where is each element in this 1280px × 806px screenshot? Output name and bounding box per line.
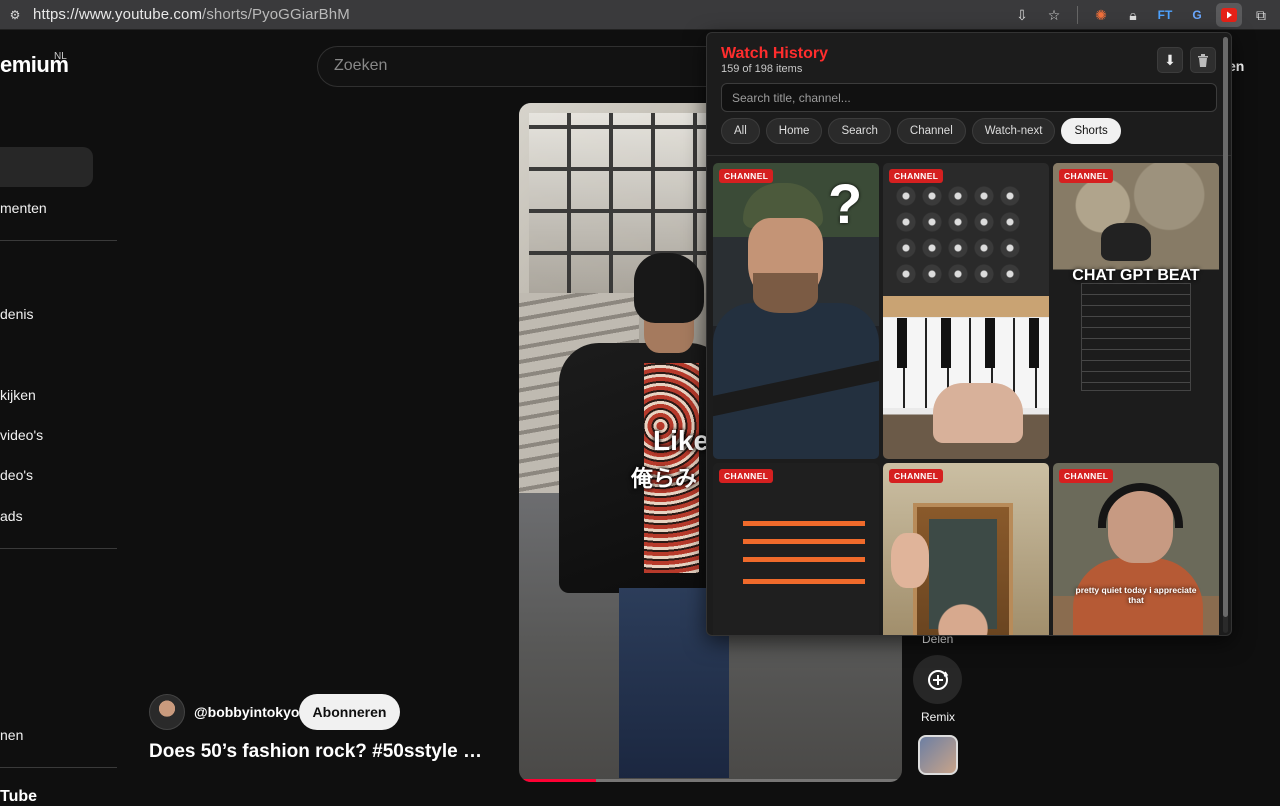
sidebar-divider — [0, 548, 117, 549]
history-card[interactable]: CHAT GPT BEAT CHANNEL — [1053, 163, 1219, 459]
source-badge: CHANNEL — [889, 169, 944, 183]
sidebar-item-more[interactable]: nen — [0, 727, 23, 743]
sound-thumbnail[interactable] — [918, 735, 958, 775]
history-search-input[interactable] — [721, 83, 1217, 112]
search-placeholder: Zoeken — [334, 57, 388, 74]
sidebar-section-heading: Tube — [0, 788, 38, 805]
extension-watch-history-icon[interactable] — [1216, 3, 1242, 27]
source-badge: CHANNEL — [889, 469, 944, 483]
history-grid: ? CHANNEL CHANNEL CHAT GPT BEAT CHANNEL … — [713, 163, 1221, 635]
extensions-puzzle-icon[interactable]: ⧉ — [1248, 3, 1274, 27]
trash-icon — [1198, 53, 1208, 67]
source-badge: CHANNEL — [1059, 169, 1114, 183]
panel-title: Watch History — [721, 45, 828, 62]
install-app-icon[interactable]: ⇩ — [1009, 3, 1035, 27]
filter-chip-home[interactable]: Home — [765, 118, 823, 144]
sidebar-divider — [0, 240, 117, 241]
extension-sun-icon[interactable]: ✺ — [1088, 3, 1114, 27]
channel-handle[interactable]: @bobbyintokyo — [194, 704, 299, 720]
filter-chip-all[interactable]: All — [721, 118, 760, 144]
history-card[interactable]: CHANNEL — [883, 463, 1049, 635]
thumbnail-overlay-text: ? — [828, 172, 863, 235]
video-progress-fill — [519, 779, 596, 782]
filter-chip-search[interactable]: Search — [828, 118, 891, 144]
subscribe-button[interactable]: Abonneren — [299, 694, 400, 730]
sidebar-item-liked-videos[interactable]: deo's — [0, 467, 33, 483]
source-badge: CHANNEL — [719, 469, 774, 483]
video-title[interactable]: Does 50’s fashion rock? #50sstyle … — [149, 741, 482, 763]
history-card[interactable]: pretty quiet today i appreciate that CHA… — [1053, 463, 1219, 635]
bookmark-star-icon[interactable]: ☆ — [1041, 3, 1067, 27]
sidebar-item-subscriptions[interactable]: menten — [0, 200, 47, 216]
remix-label: Remix — [921, 710, 956, 724]
extension-translate-icon[interactable]: FT — [1152, 3, 1178, 27]
toolbar-divider — [1077, 6, 1078, 24]
region-label: NL — [54, 51, 67, 62]
sidebar-item-watch-later[interactable]: kijken — [0, 387, 36, 403]
download-icon: ⬇ — [1164, 51, 1176, 68]
thumbnail-overlay-text: pretty quiet today i appreciate that — [1075, 585, 1197, 605]
extension-lock-icon[interactable]: 🔒︎ — [1120, 3, 1146, 27]
filter-chip-watch-next[interactable]: Watch-next — [971, 118, 1056, 144]
youtube-search-input[interactable]: Zoeken — [317, 46, 737, 87]
filter-chips: All Home Search Channel Watch-next Short… — [721, 118, 1121, 144]
sidebar-item-your-videos[interactable]: video's — [0, 427, 43, 443]
browser-toolbar-icons: ⇩ ☆ ✺ 🔒︎ FT G ⧉ — [1009, 3, 1274, 27]
history-card[interactable]: ? CHANNEL — [713, 163, 879, 459]
history-card[interactable]: CHANNEL — [713, 463, 879, 635]
history-card[interactable]: CHANNEL — [883, 163, 1049, 459]
sidebar-divider — [0, 767, 117, 768]
panel-scrollbar[interactable] — [1223, 37, 1228, 633]
source-badge: CHANNEL — [719, 169, 774, 183]
url-host: https://www.youtube.com — [33, 6, 203, 23]
thumbnail-overlay-text: CHAT GPT BEAT — [1072, 267, 1200, 284]
panel-divider — [707, 155, 1231, 156]
watch-history-panel: Watch History 159 of 198 items ⬇ All Hom… — [706, 32, 1232, 636]
browser-toolbar: ⚙ https://www.youtube.com/shorts/PyoGGia… — [0, 0, 1280, 30]
address-bar[interactable]: https://www.youtube.com/shorts/PyoGGiarB… — [33, 6, 350, 23]
sidebar-item-active[interactable] — [0, 147, 93, 187]
channel-avatar[interactable] — [149, 694, 185, 730]
video-caption-line1: Like — [653, 425, 710, 456]
export-button[interactable]: ⬇ — [1157, 47, 1183, 73]
source-badge: CHANNEL — [1059, 469, 1114, 483]
site-settings-icon[interactable]: ⚙ — [7, 7, 23, 23]
filter-chip-shorts[interactable]: Shorts — [1061, 118, 1121, 144]
url-path: /shorts/PyoGGiarBhM — [202, 6, 350, 23]
remix-icon — [927, 669, 948, 690]
clear-history-button[interactable] — [1190, 47, 1216, 73]
video-progress-bar[interactable] — [519, 779, 902, 782]
sidebar-item-history[interactable]: denis — [0, 306, 33, 322]
sidebar-item-downloads[interactable]: ads — [0, 508, 23, 524]
video-caption-line2: 俺らみ — [631, 467, 698, 492]
item-count: 159 of 198 items — [721, 63, 803, 75]
filter-chip-channel[interactable]: Channel — [896, 118, 966, 144]
extension-google-translate-icon[interactable]: G — [1184, 3, 1210, 27]
remix-button[interactable] — [913, 655, 962, 704]
video-subject-person — [549, 253, 729, 782]
scrollbar-thumb[interactable] — [1223, 37, 1228, 617]
